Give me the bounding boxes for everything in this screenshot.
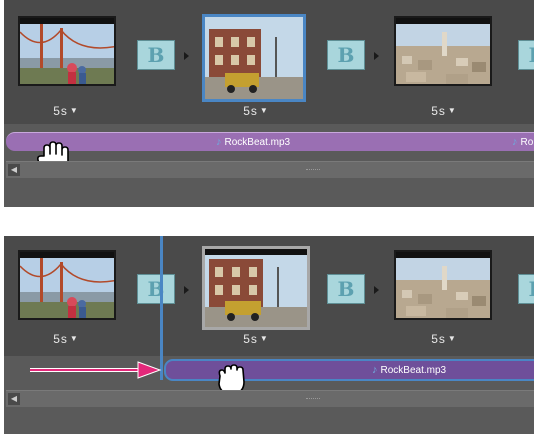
audio-file-name: RockBeat.mp3: [224, 136, 291, 148]
scroll-left-arrow-icon[interactable]: ◀: [8, 393, 20, 405]
clip-thumbnail-victorian-house[interactable]: [202, 246, 310, 330]
scroll-grip[interactable]: [306, 398, 320, 401]
clip-thumbnail-city-skyline[interactable]: [394, 250, 492, 320]
clip-duration[interactable]: 5s ▼: [424, 104, 464, 118]
music-note-icon: ♪: [372, 364, 378, 376]
duration-value: 5s: [243, 104, 258, 118]
duration-value: 5s: [431, 332, 446, 346]
audio-clip-label-repeat: ♪ Ro: [512, 136, 533, 148]
audio-track[interactable]: ♪ RockBeat.mp3 ♪ Ro: [6, 132, 534, 151]
victorian-house-photo-icon: [205, 249, 307, 327]
drag-direction-arrow-icon: [30, 361, 162, 379]
clip-duration[interactable]: 5s ▼: [236, 104, 276, 118]
audio-clip-label: ♪ RockBeat.mp3: [372, 364, 446, 376]
clip-duration[interactable]: 5s ▼: [236, 332, 276, 346]
duration-dropdown-icon: ▼: [447, 334, 457, 343]
thumbnail-top-bar: [396, 252, 490, 258]
duration-dropdown-icon: ▼: [259, 334, 269, 343]
golden-gate-photo-icon: [20, 18, 114, 84]
duration-value: 5s: [53, 104, 68, 118]
golden-gate-photo-icon: [20, 252, 114, 318]
clip-thumbnail-victorian-house[interactable]: [202, 14, 306, 102]
victorian-house-photo-icon: [205, 17, 303, 99]
transition-icon[interactable]: B: [518, 274, 534, 304]
scroll-grip[interactable]: [306, 169, 320, 172]
thumbnail-top-bar: [20, 252, 114, 258]
transition-arrow-icon: [184, 286, 189, 294]
transition-arrow-icon: [374, 286, 379, 294]
clip-duration[interactable]: 5s ▼: [46, 104, 86, 118]
transition-arrow-icon: [374, 52, 379, 60]
timeline-scrollbar[interactable]: ◀: [6, 161, 534, 178]
duration-value: 5s: [431, 104, 446, 118]
clip-duration[interactable]: 5s ▼: [46, 332, 86, 346]
music-note-icon: ♪: [216, 136, 222, 148]
thumbnail-top-bar: [205, 249, 307, 255]
transition-icon[interactable]: B: [327, 40, 365, 70]
clip-thumbnail-golden-gate[interactable]: [18, 16, 116, 86]
transition-icon[interactable]: B: [327, 274, 365, 304]
clip-thumbnail-golden-gate[interactable]: [18, 250, 116, 320]
audio-file-name: RockBeat.mp3: [380, 364, 447, 376]
timeline-panel-after: 5s ▼ B 5s ▼ B 5s ▼ ♪ RockBeat.mp3 ◀: [4, 236, 534, 434]
duration-value: 5s: [243, 332, 258, 346]
timeline-panel-before: 5s ▼ B 5s ▼ B 5s ▼ ♪ RockBeat.mp3 ♪ Ro ◀: [4, 0, 534, 207]
clip-thumbnail-city-skyline[interactable]: [394, 16, 492, 86]
city-skyline-photo-icon: [396, 18, 490, 84]
transition-arrow-icon: [184, 52, 189, 60]
transition-icon[interactable]: B: [518, 40, 534, 70]
timeline-scrollbar[interactable]: ◀: [6, 390, 534, 407]
scroll-left-arrow-icon[interactable]: ◀: [8, 164, 20, 176]
city-skyline-photo-icon: [396, 252, 490, 318]
duration-value: 5s: [53, 332, 68, 346]
duration-dropdown-icon: ▼: [69, 334, 79, 343]
thumbnail-top-bar: [20, 18, 114, 24]
duration-dropdown-icon: ▼: [447, 106, 457, 115]
clip-duration[interactable]: 5s ▼: [424, 332, 464, 346]
thumbnail-top-bar: [396, 18, 490, 24]
audio-clip-label: ♪ RockBeat.mp3: [216, 136, 290, 148]
transition-icon[interactable]: B: [137, 40, 175, 70]
transition-icon[interactable]: B: [137, 274, 175, 304]
insertion-marker-line: [160, 236, 163, 380]
duration-dropdown-icon: ▼: [259, 106, 269, 115]
duration-dropdown-icon: ▼: [69, 106, 79, 115]
music-note-icon: ♪: [512, 136, 518, 148]
audio-file-name-repeat: Ro: [520, 136, 534, 148]
